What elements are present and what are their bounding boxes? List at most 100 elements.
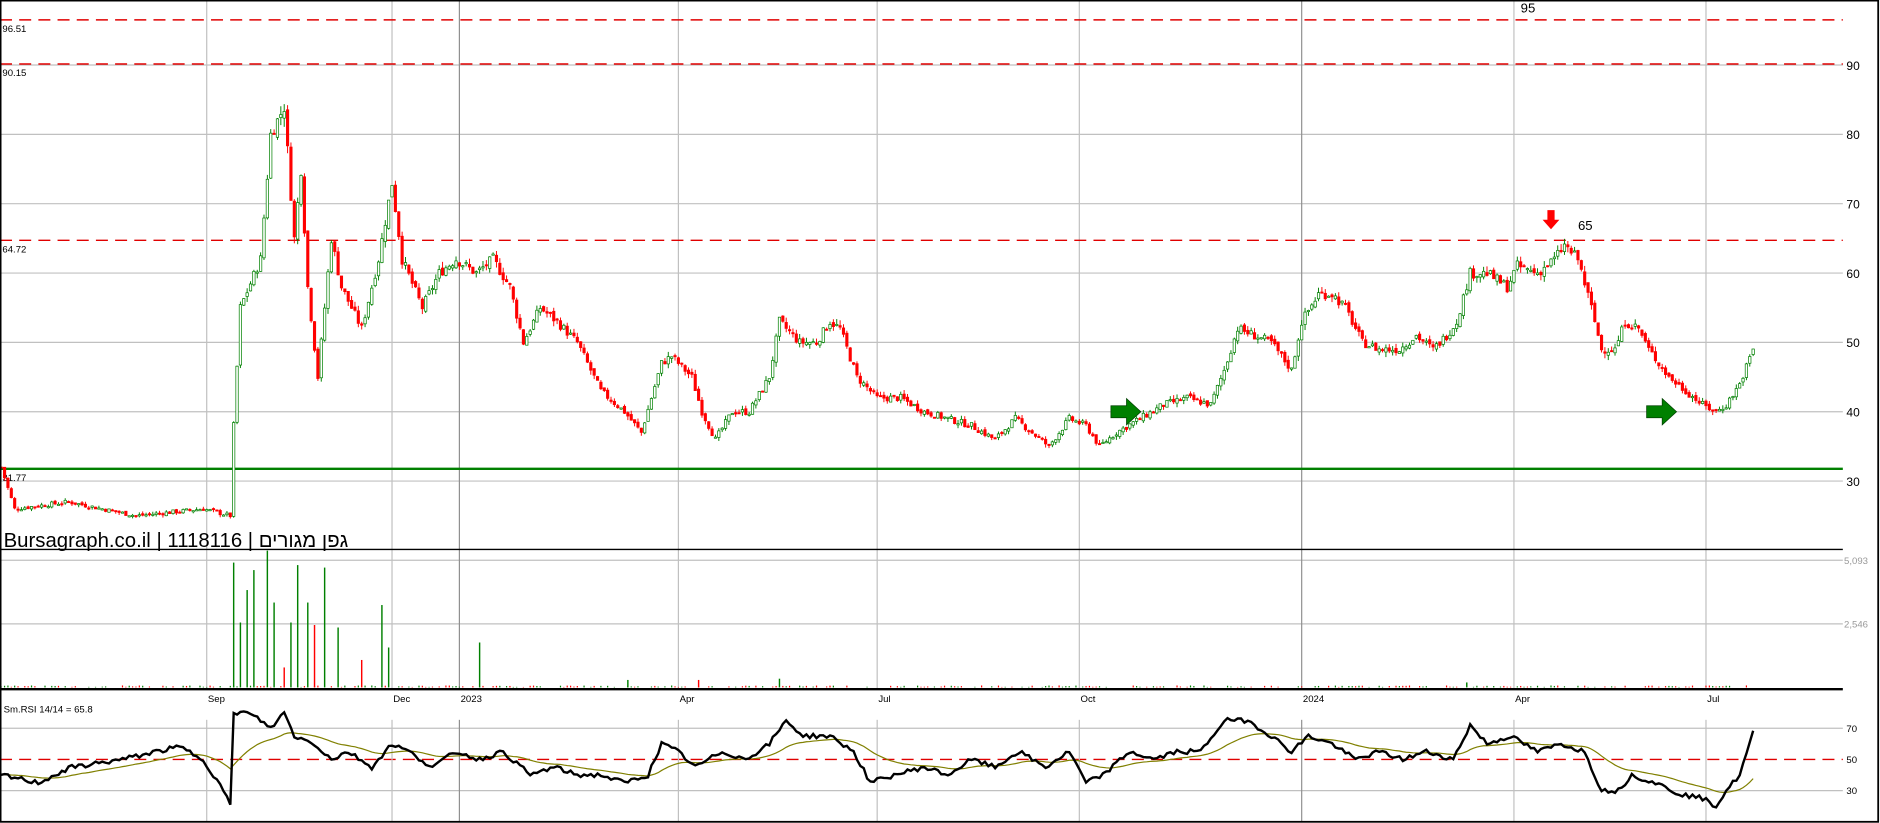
candle bbox=[1397, 351, 1401, 354]
candle bbox=[1566, 244, 1570, 248]
candle bbox=[942, 416, 947, 419]
candle bbox=[1360, 330, 1364, 339]
candle bbox=[1188, 393, 1193, 397]
candle bbox=[218, 510, 222, 516]
candle bbox=[168, 511, 172, 514]
candle bbox=[1323, 292, 1327, 300]
date-axis-label: Jul bbox=[1707, 694, 1719, 705]
candle bbox=[83, 503, 87, 508]
candle bbox=[1640, 329, 1644, 336]
candle bbox=[117, 510, 121, 513]
candle bbox=[744, 408, 748, 415]
candle bbox=[1357, 326, 1361, 332]
candle bbox=[1283, 351, 1287, 363]
candle bbox=[319, 338, 323, 379]
candle bbox=[1165, 400, 1169, 408]
candle bbox=[811, 341, 815, 344]
candle bbox=[1290, 367, 1294, 370]
candle bbox=[1728, 397, 1732, 409]
candle bbox=[60, 503, 64, 506]
price-axis-label: 60 bbox=[1846, 267, 1860, 281]
candle bbox=[569, 332, 573, 335]
candle bbox=[403, 262, 408, 266]
candle bbox=[949, 416, 953, 419]
candle bbox=[636, 421, 640, 428]
candle bbox=[1583, 271, 1587, 286]
candle bbox=[1306, 310, 1310, 312]
candle bbox=[656, 373, 660, 386]
candle bbox=[1296, 339, 1300, 357]
candle bbox=[1677, 382, 1681, 385]
candle bbox=[990, 434, 994, 438]
candle bbox=[107, 508, 111, 513]
candle bbox=[346, 291, 350, 302]
candle bbox=[986, 433, 990, 437]
volume-axis-label: 2,546 bbox=[1844, 619, 1868, 630]
candle bbox=[353, 306, 357, 311]
candle bbox=[1633, 323, 1637, 327]
candle bbox=[1407, 344, 1412, 349]
candle bbox=[1185, 394, 1189, 399]
candle bbox=[1616, 340, 1620, 347]
candle bbox=[427, 290, 431, 295]
candle bbox=[1148, 411, 1152, 419]
candle bbox=[1488, 270, 1492, 275]
candle bbox=[1192, 394, 1196, 400]
price-axis-label: 40 bbox=[1846, 406, 1860, 420]
candle bbox=[1717, 408, 1722, 412]
candle bbox=[1657, 362, 1661, 367]
candle bbox=[1404, 346, 1408, 350]
candle bbox=[420, 298, 424, 310]
candle bbox=[144, 514, 148, 517]
candle bbox=[1303, 311, 1307, 325]
candle bbox=[1626, 324, 1631, 329]
candle bbox=[1704, 400, 1708, 407]
candle bbox=[1226, 361, 1230, 370]
candle bbox=[612, 400, 616, 406]
candle bbox=[855, 363, 859, 376]
candle bbox=[1589, 291, 1593, 306]
candle bbox=[1252, 332, 1257, 340]
candle bbox=[1434, 343, 1439, 350]
candle bbox=[606, 389, 610, 399]
candle bbox=[1535, 272, 1540, 275]
candle bbox=[905, 396, 910, 402]
candle bbox=[535, 309, 539, 323]
candle bbox=[215, 509, 219, 512]
candle bbox=[1229, 352, 1233, 363]
candle bbox=[973, 423, 977, 431]
candle bbox=[1017, 416, 1021, 419]
candle bbox=[474, 271, 478, 274]
candle bbox=[1256, 337, 1260, 340]
candle bbox=[201, 508, 205, 511]
candle bbox=[464, 262, 468, 265]
candle bbox=[1249, 330, 1253, 335]
candle bbox=[1596, 322, 1600, 336]
candle bbox=[852, 362, 856, 365]
candle bbox=[730, 413, 734, 416]
candle bbox=[1647, 340, 1651, 348]
candle bbox=[882, 394, 886, 399]
candle bbox=[1522, 265, 1526, 268]
candle bbox=[818, 341, 822, 346]
candle bbox=[120, 511, 125, 514]
candle bbox=[1724, 407, 1728, 410]
candle bbox=[100, 508, 104, 511]
price-axis-label: 30 bbox=[1846, 475, 1860, 489]
candle bbox=[343, 288, 347, 292]
candle bbox=[1552, 256, 1556, 260]
volume-bars bbox=[0, 550, 1748, 688]
annotation-label: 65 bbox=[1578, 218, 1593, 233]
candle bbox=[1455, 323, 1459, 329]
candle bbox=[831, 322, 835, 327]
candle bbox=[1050, 441, 1054, 446]
candle bbox=[1502, 280, 1506, 283]
candle bbox=[1330, 294, 1334, 298]
candle bbox=[1259, 337, 1263, 340]
candle bbox=[397, 211, 401, 237]
candle bbox=[26, 506, 30, 509]
candle bbox=[457, 262, 461, 267]
candle bbox=[1178, 399, 1182, 402]
candle bbox=[1111, 437, 1115, 440]
candle bbox=[505, 279, 509, 283]
